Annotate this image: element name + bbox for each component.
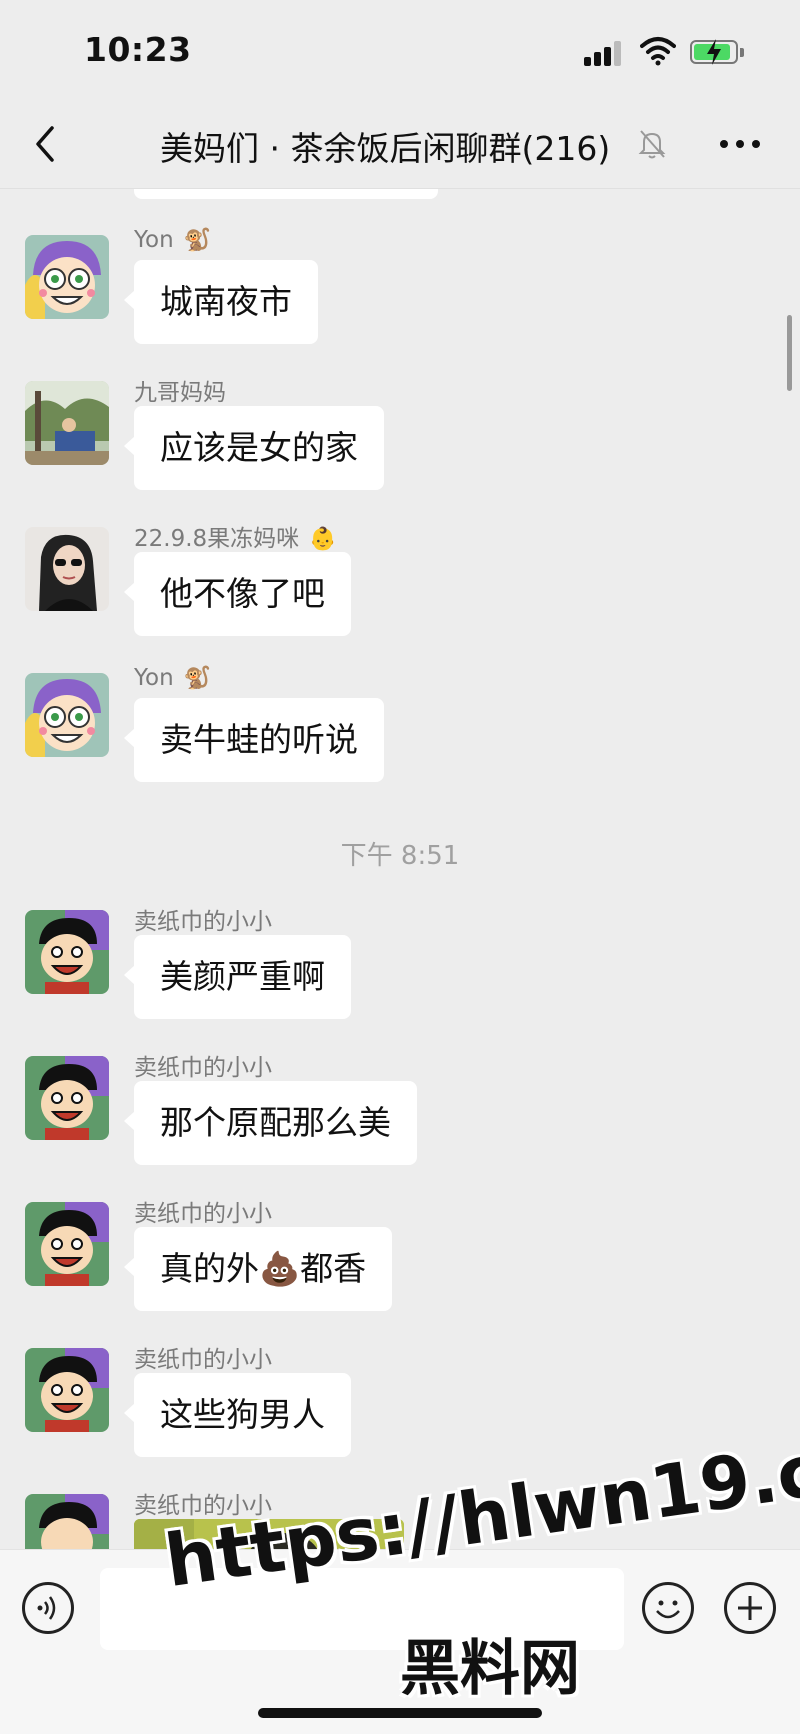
status-bar: 10:23	[0, 0, 800, 100]
more-dots-icon[interactable]	[720, 138, 764, 150]
time-divider: 下午 8:51	[340, 841, 460, 871]
battery-cap	[740, 48, 744, 57]
message-bubble[interactable]: 美颜严重啊	[124, 935, 351, 1019]
monkey-emoji-icon: 🐒	[183, 228, 212, 253]
sender-name: 22.9.8果冻妈咪 👶	[134, 526, 337, 552]
status-time: 10:23	[84, 30, 192, 69]
message-input[interactable]	[100, 1568, 624, 1650]
chat-area[interactable]: Yon 🐒 城南夜市 九哥妈妈 应该是女的家 22.9.8果冻妈咪 👶 他不像了…	[0, 189, 800, 1549]
input-bar	[0, 1549, 800, 1734]
chat-title: 美妈们 · 茶余饭后闲聊群(216)	[160, 129, 611, 168]
sender-name: Yon 🐒	[134, 227, 212, 253]
scrollbar[interactable]	[787, 315, 792, 391]
message-bubble[interactable]: 卖牛蛙的听说	[124, 698, 384, 782]
cartoon-girl-avatar[interactable]	[25, 673, 109, 757]
cartoon-boy-avatar[interactable]	[25, 1202, 109, 1286]
muted-bell-icon	[638, 130, 666, 159]
sender-name: Yon 🐒	[134, 665, 212, 691]
signal-icon	[584, 40, 624, 66]
message-bubble	[134, 189, 438, 199]
emoji-icon[interactable]	[642, 1582, 694, 1634]
cartoon-boy-avatar[interactable]	[25, 1494, 109, 1549]
nav-bar: 美妈们 · 茶余饭后闲聊群(216)	[0, 100, 800, 189]
message-bubble[interactable]: 真的外💩都香	[123, 1227, 393, 1311]
message-bubble[interactable]: 应该是女的家	[124, 406, 384, 490]
message-bubble[interactable]: 他不像了吧	[124, 552, 351, 636]
outdoor-photo-avatar[interactable]	[25, 381, 109, 465]
cartoon-boy-avatar[interactable]	[25, 1056, 109, 1140]
monkey-emoji-icon: 🐒	[183, 666, 212, 691]
cartoon-girl-avatar[interactable]	[25, 235, 109, 319]
message-bubble[interactable]: 这些狗男人	[124, 1373, 351, 1457]
woman-sunglasses-avatar[interactable]	[25, 527, 109, 611]
charging-bolt-icon	[707, 39, 721, 65]
sender-name: 卖纸巾的小小	[134, 1055, 272, 1081]
baby-emoji-icon: 👶	[309, 527, 337, 552]
message-bubble[interactable]: 那个原配那么美	[124, 1081, 417, 1165]
sender-name: 卖纸巾的小小	[134, 1347, 272, 1373]
voice-icon[interactable]	[22, 1582, 74, 1634]
wifi-icon	[640, 37, 676, 66]
cartoon-boy-avatar[interactable]	[25, 1348, 109, 1432]
plus-icon[interactable]	[724, 1582, 776, 1634]
cartoon-boy-avatar[interactable]	[25, 910, 109, 994]
back-chevron-icon[interactable]	[30, 124, 60, 164]
sender-name: 卖纸巾的小小	[134, 909, 272, 935]
image-message[interactable]	[134, 1519, 404, 1549]
sender-name: 卖纸巾的小小	[134, 1493, 272, 1519]
sender-name: 卖纸巾的小小	[134, 1201, 272, 1227]
message-bubble[interactable]: 城南夜市	[124, 260, 318, 344]
home-indicator	[258, 1708, 542, 1718]
sender-name: 九哥妈妈	[134, 380, 226, 406]
